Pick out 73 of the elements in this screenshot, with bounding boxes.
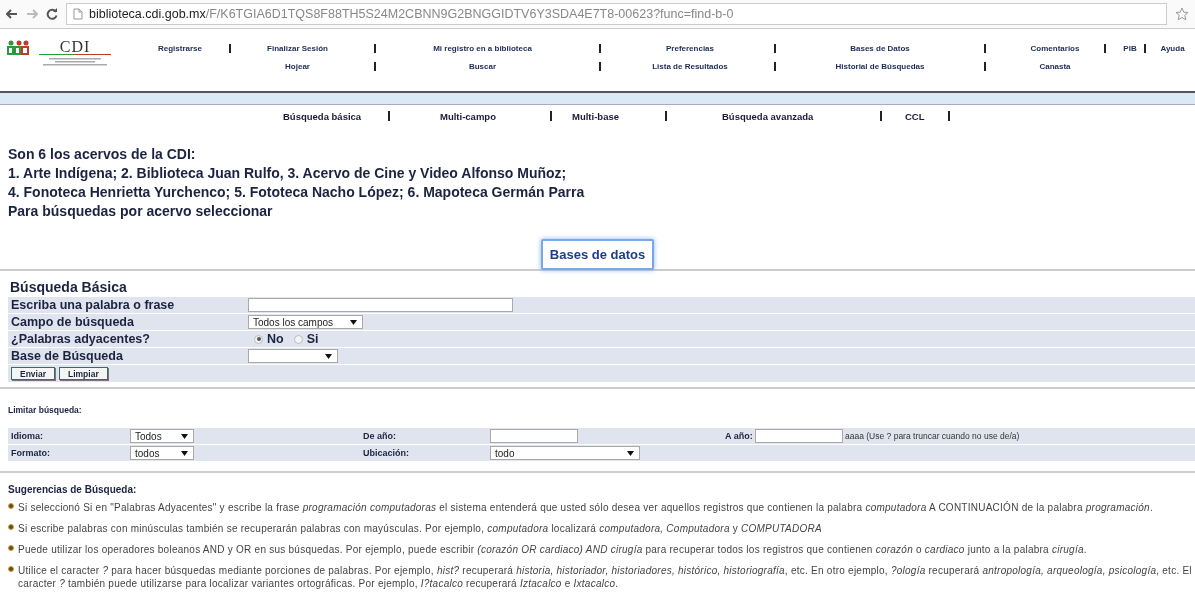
dropdown[interactable]: Todos	[130, 429, 194, 443]
year-input[interactable]	[490, 429, 578, 443]
tip-text: Puede utilizar los operadores boleanos AND y OR en sus búsquedas. Por ejemplo, puede escribir (corazón OR cardiaco) AND cirugía para recuperar todos los registros que contienen corazón o cardiaco junto a la palabra cirugía.	[18, 543, 1087, 556]
tip-text: Si escribe palabras con minúsculas también se recuperarán palabras con mayúsculas. Por ejemplo, computadora localizará computadora, Computadora y COMPUTADORA	[18, 522, 822, 535]
caret-icon	[350, 319, 357, 325]
section-title: Búsqueda Básica	[10, 279, 128, 296]
nav-link[interactable]: Canasta	[1039, 61, 1071, 71]
nav-link[interactable]: Preferencias	[666, 43, 714, 53]
address-bar[interactable]: biblioteca.cdi.gob.mx/F/K6TGIA6D1TQS8F88TH5S24M2CBNN9G2BNGGIDTV6Y3SDA4E7T8-00623?func=find-b-0	[66, 3, 1167, 25]
section-title: Limitar búsqueda:	[8, 405, 82, 415]
nav-link[interactable]: Mi registro en a biblioteca	[433, 43, 532, 53]
nav-link[interactable]: Buscar	[468, 61, 497, 71]
tip-text: Utilice el caracter ? para hacer búsquedas mediante porciones de palabras. Por ejemplo, hist? recuperará historia, historiador, historiadores, histórico, historiografía, etc. En otro ejemplo, ?ología recuperará antropología, arqueología, psicología, etc. El caracter ? también puede utilizarse para localizar variantes ortográficas. Por ejemplo, I?tacalco recuperará Iztacalco e Ixtacalco.	[18, 564, 1193, 590]
logo-icon	[7, 39, 31, 55]
bullet-icon	[8, 566, 14, 572]
field-label: Base de Búsqueda	[10, 349, 124, 363]
nav-link[interactable]: PIB	[1123, 43, 1137, 53]
search-tab[interactable]: CCL	[905, 110, 948, 122]
forward-icon[interactable]	[26, 9, 38, 19]
intro-text: Son 6 los acervos de la CDI:	[8, 145, 197, 164]
form-button[interactable]: Enviar	[11, 367, 55, 380]
dropdown[interactable]	[248, 349, 338, 363]
nav-link[interactable]: Historial de Búsquedas	[835, 61, 925, 71]
logo-text: CDI	[59, 39, 91, 54]
tip-text: Si seleccionó Si en "Palabras Adyacentes" y escribe la frase programación computadoras el sistema entenderá que usted sólo desea ver aquellos registros que contienen la palabra computadora A CONTINUACIÓN de la palabra programación.	[18, 501, 1153, 514]
dropdown[interactable]: Todos los campos	[248, 315, 363, 329]
nav-link[interactable]: Hojear	[285, 61, 310, 71]
bullet-icon	[8, 503, 14, 509]
nav-link[interactable]: Bases de Datos	[850, 43, 910, 53]
field-label: Campo de búsqueda	[10, 315, 135, 329]
nav-link[interactable]: Lista de Resultados	[652, 61, 728, 71]
field-label: Formato:	[10, 448, 50, 458]
url-text: biblioteca.cdi.gob.mx/F/K6TGIA6D1TQS8F88TH5S24M2CBNN9G2BNGGIDTV6Y3SDA4E7T8-00623?func=find-b-0	[89, 7, 734, 21]
radio-button[interactable]	[293, 334, 303, 344]
nav-link[interactable]: Registrarse	[158, 43, 202, 53]
intro-text: 1. Arte Indígena; 2. Biblioteca Juan Rulfo, 3. Acervo de Cine y Video Alfonso Muñoz;	[8, 164, 568, 183]
caret-icon	[627, 450, 634, 456]
caret-icon	[181, 450, 188, 456]
section-title: Sugerencias de Búsqueda:	[8, 484, 137, 495]
field-label: Escriba una palabra o frase	[10, 298, 176, 312]
field-label: ¿Palabras adyacentes?	[10, 332, 151, 346]
field-label: Idioma:	[10, 431, 43, 441]
hint-text: aaaa (Use ? para truncar cuando no use de/a)	[845, 431, 1020, 441]
page-icon	[73, 8, 83, 20]
bullet-icon	[8, 524, 14, 530]
dropdown[interactable]: todos	[130, 446, 194, 460]
caret-icon	[325, 353, 332, 359]
search-tab[interactable]: Multi-base	[572, 110, 665, 122]
year-input[interactable]	[755, 429, 843, 443]
nav-link[interactable]: Finalizar Sesión	[267, 43, 328, 53]
back-icon[interactable]	[6, 9, 18, 19]
search-tab[interactable]: Multi-campo	[440, 110, 550, 122]
search-input[interactable]	[248, 298, 513, 312]
field-label: A año:	[724, 431, 753, 441]
search-tab[interactable]: Búsqueda básica	[283, 110, 388, 122]
radio-button[interactable]	[254, 334, 263, 344]
field-label: Ubicación:	[362, 448, 409, 458]
reload-icon[interactable]	[46, 8, 58, 20]
field-label: De año:	[362, 431, 396, 441]
search-tab[interactable]: Búsqueda avanzada	[722, 110, 880, 122]
radio-label: Si	[306, 332, 319, 346]
databases-button[interactable]: Bases de datos	[540, 239, 655, 270]
radio-label: No	[267, 332, 284, 346]
caret-icon	[181, 433, 188, 439]
dropdown[interactable]: todo	[490, 446, 640, 460]
bullet-icon	[8, 545, 14, 551]
nav-link[interactable]: Comentarios	[1030, 43, 1080, 53]
form-button[interactable]: Limpiar	[59, 367, 108, 380]
nav-link[interactable]: Ayuda	[1160, 43, 1185, 53]
intro-text: Para búsquedas por acervo seleccionar	[8, 202, 274, 221]
logo-tagline-drawing	[39, 54, 111, 67]
intro-text: 4. Fonoteca Henrietta Yurchenco; 5. Fototeca Nacho López; 6. Mapoteca Germán Parra	[8, 183, 586, 202]
star-icon[interactable]	[1175, 7, 1189, 21]
